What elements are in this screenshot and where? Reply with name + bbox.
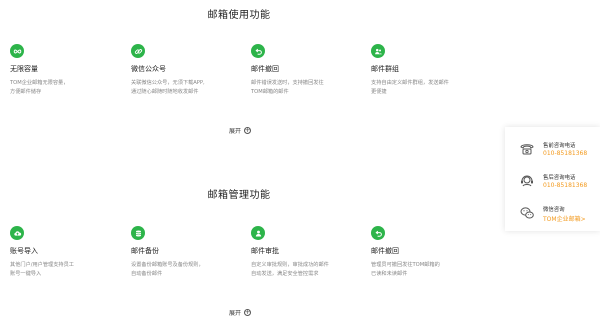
undo-icon — [371, 226, 385, 240]
section-title-management: 邮箱管理功能 — [207, 190, 271, 201]
feature-title: 微信公众号 — [131, 65, 166, 73]
section-title-usage: 邮箱使用功能 — [207, 10, 271, 21]
expand-label: 展开 — [228, 310, 241, 317]
cloud-upload-icon — [10, 226, 24, 240]
user-check-icon — [251, 226, 265, 240]
group-icon — [371, 44, 385, 58]
wechat-consult-link[interactable]: TOM企业邮箱> — [543, 214, 586, 223]
presales-phone-item[interactable]: 售前咨询电话 010-85181368 — [505, 135, 600, 165]
database-icon — [131, 226, 145, 240]
infinity-icon — [10, 44, 24, 58]
feature-mail-approval: 邮件审批 自定义审批规则，审批成功的邮件 自动发送，满足安全管控需求 — [251, 226, 363, 279]
phone-icon — [520, 144, 534, 155]
feature-title: 邮件群组 — [371, 65, 399, 73]
feature-description: 关联微信公众号，无须下载APP, 通过随心邮随时随地收发邮件 — [131, 80, 205, 95]
plus-circle-icon: + — [244, 126, 251, 134]
wechat-icon — [520, 207, 534, 219]
headset-icon — [521, 175, 533, 187]
aftersales-phone-label: 售后咨询电话 — [543, 175, 576, 181]
plus-circle-icon: + — [244, 308, 251, 316]
feature-unlimited-capacity: 无限容量 TOM企业邮箱无限容量， 方便邮件储存 — [10, 44, 122, 97]
feature-description: 自定义审批规则，审批成功的邮件 自动发送，满足安全管控需求 — [251, 262, 329, 277]
undo-icon — [251, 44, 265, 58]
feature-description: 设置备份邮箱账号及备份规则， 自动备份邮件 — [131, 262, 204, 277]
presales-phone-number[interactable]: 010-85181368 — [543, 150, 587, 157]
aftersales-phone-item[interactable]: 售后咨询电话 010-85181368 — [505, 167, 600, 197]
expand-label: 展开 — [228, 128, 241, 135]
feature-title: 邮件审批 — [251, 247, 279, 255]
aftersales-phone-number[interactable]: 010-85181368 — [543, 182, 587, 189]
feature-account-import: 账号导入 其他门户/用户管理支持员工 账号一键导入 — [10, 226, 122, 279]
feature-title: 邮件撤回 — [371, 247, 399, 255]
feature-title: 邮件撤回 — [251, 65, 279, 73]
expand-button-management[interactable]: 展开 + — [0, 308, 480, 317]
feature-title: 邮件备份 — [131, 247, 159, 255]
contact-side-panel: 售前咨询电话 010-85181368 售后咨询电话 010-85181368 … — [505, 127, 600, 231]
feature-mail-group: 邮件群组 支持自由定义邮件群组，发送邮件 更便捷 — [371, 44, 483, 97]
feature-description: 其他门户/用户管理支持员工 账号一键导入 — [10, 262, 74, 277]
expand-button-usage[interactable]: 展开 + — [0, 126, 480, 135]
feature-mail-recall: 邮件撤回 邮件错误发送时，支持撤回发往 TOM邮箱的邮件 — [251, 44, 363, 97]
wechat-consult-item[interactable]: 微信咨询 TOM企业邮箱> — [505, 199, 600, 229]
feature-admin-mail-recall: 邮件撤回 管理员可撤回发往TOM邮箱的 已读和未读邮件 — [371, 226, 483, 279]
feature-description: 支持自由定义邮件群组，发送邮件 更便捷 — [371, 80, 449, 95]
feature-description: 管理员可撤回发往TOM邮箱的 已读和未读邮件 — [371, 262, 440, 277]
feature-mail-backup: 邮件备份 设置备份邮箱账号及备份规则， 自动备份邮件 — [131, 226, 243, 279]
feature-title: 账号导入 — [10, 247, 38, 255]
feature-description: 邮件错误发送时，支持撤回发往 TOM邮箱的邮件 — [251, 80, 324, 95]
feature-description: TOM企业邮箱无限容量， 方便邮件储存 — [10, 80, 69, 95]
feature-title: 无限容量 — [10, 65, 38, 73]
link-icon — [131, 44, 145, 58]
wechat-consult-label: 微信咨询 — [543, 207, 565, 213]
presales-phone-label: 售前咨询电话 — [543, 143, 576, 149]
feature-wechat-official-account: 微信公众号 关联微信公众号，无须下载APP, 通过随心邮随时随地收发邮件 — [131, 44, 243, 97]
